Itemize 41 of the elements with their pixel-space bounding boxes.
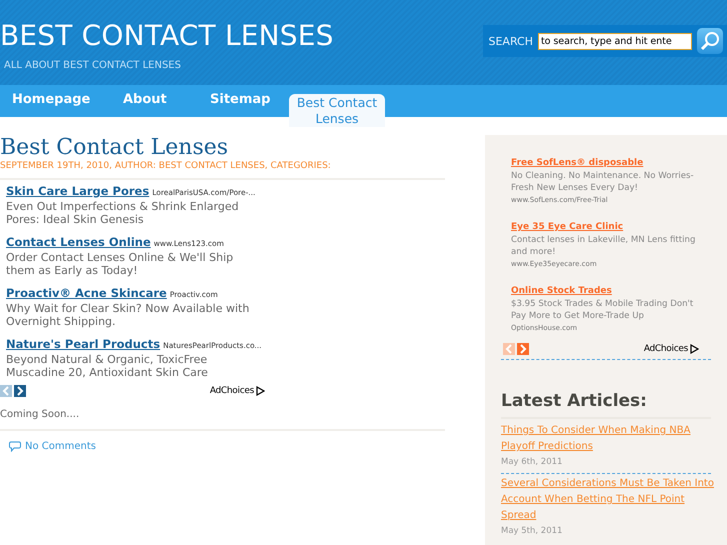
adchoices-link[interactable]: AdChoices	[210, 386, 265, 396]
nav-tab[interactable]: About	[123, 85, 210, 117]
nav-tab[interactable]: Sitemap	[210, 85, 289, 117]
search-field[interactable]: to search, type and hit ente	[538, 32, 692, 50]
triangle-icon	[690, 344, 699, 354]
article-date: May 6th, 2011	[501, 457, 564, 467]
post-title[interactable]: Best Contact Lenses	[0, 135, 445, 161]
search-button[interactable]	[697, 28, 723, 54]
ad-link[interactable]: Proactiv® Acne Skincare	[6, 286, 167, 300]
post-text: Coming Soon....	[0, 409, 80, 420]
comments-link[interactable]: No Comments	[0, 441, 96, 452]
site-tagline: ALL ABOUT BEST CONTACT LENSES	[4, 60, 182, 71]
ad-link[interactable]: Skin Care Large Pores	[6, 184, 150, 198]
ad-link[interactable]: Contact Lenses Online	[6, 235, 151, 249]
ad-text: No Cleaning. No Maintenance. No Worries-Fresh New Lenses Every Day!	[511, 170, 695, 194]
next-button[interactable]	[517, 343, 529, 355]
ad-text: Contact lenses in Lakeville, MN Lens fitting and more!	[511, 234, 696, 258]
site-title[interactable]: BEST CONTACT LENSES	[0, 19, 334, 53]
ad-link[interactable]: Eye 35 Eye Care Clinic	[511, 221, 624, 233]
section-heading: Latest Articles:	[501, 390, 648, 412]
ad-text: Order Contact Lenses Online & We'll Ship them as Early as Today!	[6, 251, 234, 277]
ad-text: Beyond Natural & Organic, ToxicFree Muscadine 20, Antioxidant Skin Care	[6, 353, 209, 379]
article-link[interactable]: Things To Consider When Making NBA Playoff Predictions	[501, 423, 715, 455]
search-label: SEARCH	[488, 34, 533, 48]
ad-link[interactable]: Nature's Pearl Products	[6, 337, 160, 351]
ad-text: Why Wait for Clear Skin? Now Available with Overnight Shipping.	[6, 302, 250, 328]
speech-bubble-icon	[9, 441, 21, 452]
post-meta: SEPTEMBER 19TH, 2010, AUTHOR: BEST CONTACT LENSES, CATEGORIES:	[0, 161, 332, 171]
ad-text: $3.95 Stock Trades & Mobile Trading Don't Pay More to Get More-Trade Up	[511, 298, 694, 322]
ad-link[interactable]: Free SofLens® disposable	[511, 157, 644, 169]
previous-button[interactable]	[503, 343, 515, 355]
ad-text: Even Out Imperfections & Shrink Enlarged Pores: Ideal Skin Genesis	[6, 200, 240, 226]
nav-tab[interactable]: Best Contact Lenses	[289, 94, 385, 127]
article-link[interactable]: Several Considerations Must Be Taken Into Account When Betting The NFL Point Spread	[501, 476, 715, 524]
triangle-icon	[256, 386, 265, 396]
nav-tab[interactable]: Homepage	[12, 85, 123, 117]
next-button[interactable]	[14, 385, 26, 397]
adchoices-link[interactable]: AdChoices	[644, 344, 699, 354]
search-icon	[700, 31, 720, 51]
article-date: May 5th, 2011	[501, 526, 564, 536]
ad-link[interactable]: Online Stock Trades	[511, 285, 612, 297]
